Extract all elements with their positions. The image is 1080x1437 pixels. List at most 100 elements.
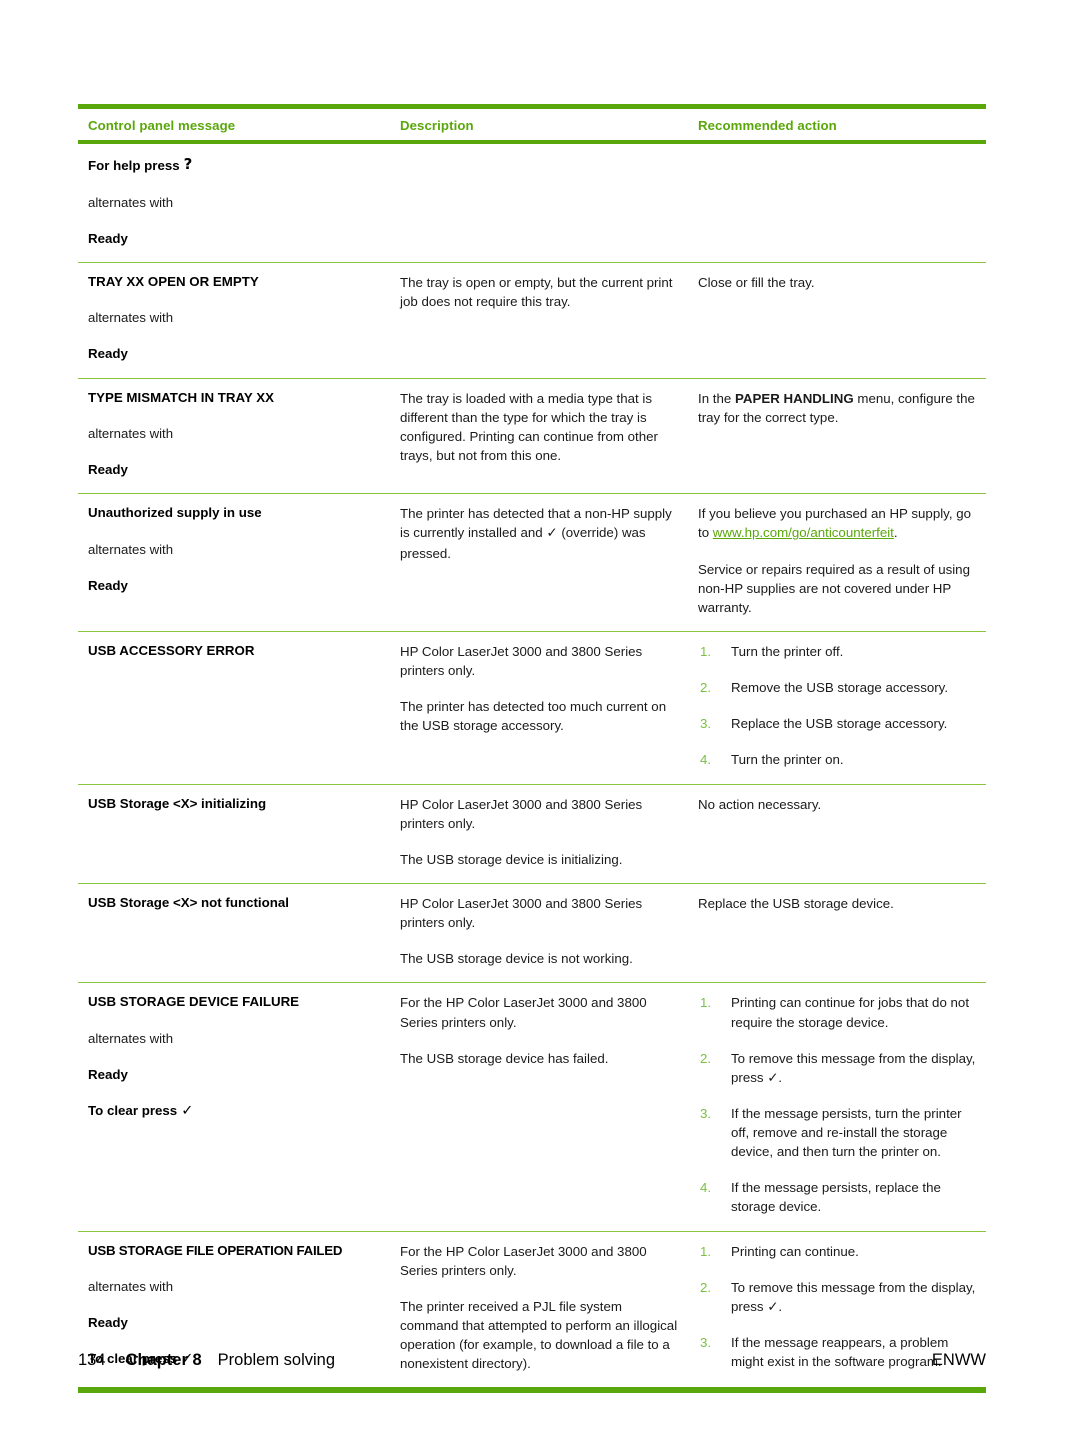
message-title: USB STORAGE FILE OPERATION FAILED bbox=[88, 1242, 343, 1258]
action-paragraph: Service or repairs required as a result … bbox=[698, 561, 970, 615]
table-row: USB ACCESSORY ERROR HP Color LaserJet 300… bbox=[78, 631, 986, 785]
alternates-with-label: alternates with bbox=[88, 310, 174, 326]
action-step: If the message persists, replace the sto… bbox=[700, 1178, 941, 1215]
cell-description: The tray is loaded with a media type tha… bbox=[390, 378, 688, 495]
page-footer: 134 Chapter 8 Problem solving ENWW bbox=[78, 1345, 986, 1375]
alternates-with-label: alternates with bbox=[88, 194, 174, 210]
message-title: Unauthorized supply in use bbox=[88, 505, 262, 521]
message-alternate-state: Ready bbox=[88, 1315, 128, 1331]
cell-description: HP Color LaserJet 3000 and 3800 Series p… bbox=[390, 631, 688, 785]
cell-recommended-action: Turn the printer off. Remove the USB stor… bbox=[688, 631, 986, 785]
table-body: For help press? alternates with Ready TRAY … bbox=[78, 142, 986, 1394]
description-paragraph: The USB storage device has failed. bbox=[400, 1050, 609, 1066]
description-paragraph: The tray is open or empty, but the curre… bbox=[400, 274, 673, 309]
action-paragraph: Close or fill the tray. bbox=[698, 274, 815, 290]
table-row: USB STORAGE DEVICE FAILURE alternates wit… bbox=[78, 982, 986, 1232]
cell-control-panel-message: For help press? alternates with Ready bbox=[78, 142, 390, 263]
checkmark-icon: ✓ bbox=[546, 525, 558, 542]
description-paragraph: The printer has detected that a non-HP s… bbox=[400, 506, 672, 561]
cell-control-panel-message: TYPE MISMATCH IN TRAY XX alternates with R… bbox=[78, 378, 390, 495]
action-step: Printing can continue for jobs that do n… bbox=[700, 993, 970, 1030]
cell-description: The tray is open or empty, but the curre… bbox=[390, 262, 688, 379]
message-title: USB Storage <X> not functional bbox=[88, 894, 289, 910]
column-header-control-panel-message: Control panel message bbox=[78, 104, 390, 144]
action-step: To remove this message from the display,… bbox=[700, 1049, 976, 1085]
alternates-with-label: alternates with bbox=[88, 1279, 174, 1295]
action-step: If the message persists, turn the printe… bbox=[700, 1104, 962, 1160]
table-row: USB Storage <X> initializing HP Color Las… bbox=[78, 784, 986, 884]
message-clear-instruction: To clear press ✓ bbox=[88, 1101, 380, 1122]
action-step-list: Printing can continue for jobs that do n… bbox=[698, 993, 976, 1216]
message-title: USB STORAGE DEVICE FAILURE bbox=[88, 994, 300, 1010]
control-panel-message-table: Control panel message Description Recomm… bbox=[78, 104, 986, 1394]
action-step-list: Turn the printer off. Remove the USB stor… bbox=[698, 642, 976, 770]
menu-name: PAPER HANDLING bbox=[734, 390, 854, 406]
message-title: USB Storage <X> initializing bbox=[88, 795, 267, 811]
cell-description: The printer has detected that a non-HP s… bbox=[390, 493, 688, 632]
cell-description bbox=[390, 142, 688, 263]
action-paragraph: If you believe you purchased an HP suppl… bbox=[698, 506, 972, 541]
cell-control-panel-message: TRAY XX OPEN OR EMPTY alternates with Read… bbox=[78, 262, 390, 379]
message-table: Control panel message Description Recomm… bbox=[78, 104, 986, 1394]
anticounterfeit-link[interactable]: www.hp.com/go/anticounterfeit bbox=[713, 525, 894, 540]
cell-control-panel-message: USB Storage <X> not functional bbox=[78, 883, 390, 984]
cell-control-panel-message: USB ACCESSORY ERROR bbox=[78, 631, 390, 785]
message-title: TYPE MISMATCH IN TRAY XX bbox=[88, 389, 274, 405]
action-step: Turn the printer on. bbox=[700, 750, 844, 769]
action-step: Replace the USB storage accessory. bbox=[700, 714, 948, 733]
description-paragraph: HP Color LaserJet 3000 and 3800 Series p… bbox=[400, 796, 643, 831]
footer-locale-code: ENWW bbox=[931, 1350, 986, 1369]
footer-section-title: Problem solving bbox=[217, 1350, 336, 1369]
table-header-row: Control panel message Description Recomm… bbox=[78, 104, 986, 144]
action-step: To remove this message from the display,… bbox=[700, 1278, 976, 1314]
column-header-description: Description bbox=[390, 104, 688, 144]
cell-recommended-action: Replace the USB storage device. bbox=[688, 883, 986, 984]
checkmark-icon: ✓ bbox=[181, 1103, 194, 1120]
table-header: Control panel message Description Recomm… bbox=[78, 104, 986, 144]
cell-recommended-action: No action necessary. bbox=[688, 784, 986, 884]
description-paragraph: The tray is loaded with a media type tha… bbox=[400, 390, 658, 463]
description-paragraph: For the HP Color LaserJet 3000 and 3800 … bbox=[400, 1243, 647, 1278]
description-paragraph: HP Color LaserJet 3000 and 3800 Series p… bbox=[400, 643, 643, 679]
cell-description: For the HP Color LaserJet 3000 and 3800 … bbox=[390, 982, 688, 1232]
footer-chapter: Chapter 8 bbox=[125, 1350, 202, 1369]
table-row: Unauthorized supply in use alternates wit… bbox=[78, 493, 986, 632]
cell-control-panel-message: Unauthorized supply in use alternates wit… bbox=[78, 493, 390, 632]
message-title: TRAY XX OPEN OR EMPTY bbox=[88, 273, 259, 289]
description-paragraph: The printer has detected too much curren… bbox=[400, 699, 667, 734]
column-header-recommended-action: Recommended action bbox=[688, 104, 986, 144]
cell-control-panel-message: USB STORAGE DEVICE FAILURE alternates wit… bbox=[78, 982, 390, 1232]
cell-recommended-action bbox=[688, 142, 986, 263]
alternates-with-label: alternates with bbox=[88, 1030, 174, 1046]
message-alternate-state: Ready bbox=[88, 577, 128, 593]
cell-recommended-action: Close or fill the tray. bbox=[688, 262, 986, 379]
action-paragraph: No action necessary. bbox=[698, 796, 822, 812]
description-paragraph: The USB storage device is initializing. bbox=[400, 851, 623, 867]
description-paragraph: HP Color LaserJet 3000 and 3800 Series p… bbox=[400, 895, 643, 931]
help-question-icon: ? bbox=[183, 155, 193, 173]
message-title: USB ACCESSORY ERROR bbox=[88, 642, 255, 658]
cell-control-panel-message: USB Storage <X> initializing bbox=[78, 784, 390, 884]
table-row: USB Storage <X> not functional HP Color L… bbox=[78, 883, 986, 984]
action-step: Remove the USB storage accessory. bbox=[700, 678, 949, 697]
table-row: TRAY XX OPEN OR EMPTY alternates with Read… bbox=[78, 262, 986, 379]
message-title: For help press? bbox=[88, 155, 193, 173]
table-row: For help press? alternates with Ready bbox=[78, 142, 986, 263]
alternates-with-label: alternates with bbox=[88, 426, 174, 442]
table-row: TYPE MISMATCH IN TRAY XX alternates with R… bbox=[78, 378, 986, 495]
cell-description: HP Color LaserJet 3000 and 3800 Series p… bbox=[390, 883, 688, 984]
message-alternate-state: Ready bbox=[88, 1066, 128, 1082]
footer-left-group: 134 Chapter 8 Problem solving bbox=[78, 1351, 335, 1370]
message-alternate-state: Ready bbox=[88, 346, 128, 362]
action-step: Printing can continue. bbox=[700, 1242, 859, 1261]
description-paragraph: The USB storage device is not working. bbox=[400, 951, 633, 967]
message-alternate-state: Ready bbox=[88, 462, 128, 478]
cell-description: HP Color LaserJet 3000 and 3800 Series p… bbox=[390, 784, 688, 884]
document-page: Control panel message Description Recomm… bbox=[0, 0, 1080, 1437]
cell-recommended-action: In the PAPER HANDLING menu, configure th… bbox=[688, 378, 986, 495]
action-step: Turn the printer off. bbox=[700, 642, 844, 661]
action-paragraph: In the PAPER HANDLING menu, configure th… bbox=[698, 390, 975, 425]
action-paragraph: Replace the USB storage device. bbox=[698, 895, 894, 911]
message-alternate-state: Ready bbox=[88, 230, 128, 246]
page-number: 134 bbox=[78, 1350, 106, 1369]
